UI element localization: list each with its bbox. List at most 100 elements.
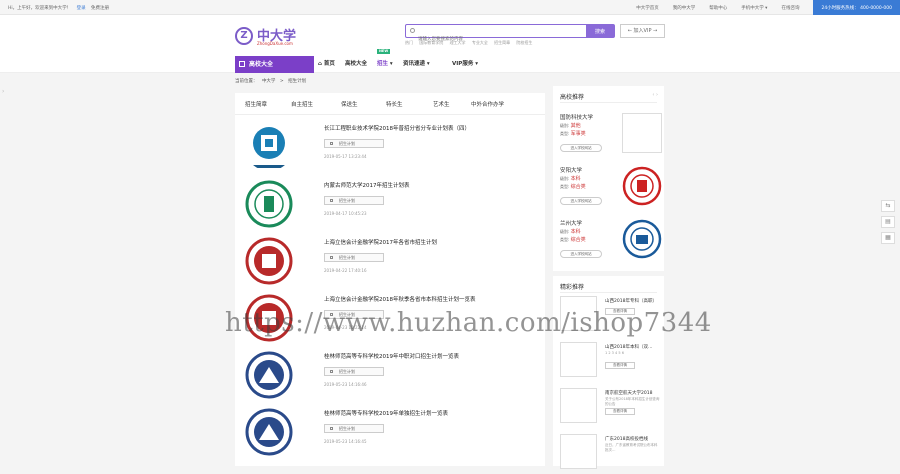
nav-vip[interactable]: VIP服务 ▾ (452, 56, 478, 73)
item-title[interactable]: 桂林师范高等专科学校2019年单独招生计划一览表 (324, 409, 448, 417)
grid-icon (330, 199, 333, 202)
list-item[interactable]: 桂林师范高等专科学校2019年中职对口招生计划一览表 招生计划 2019-05-… (235, 345, 545, 402)
grid-icon (330, 256, 333, 259)
article-image[interactable] (560, 388, 597, 423)
article-summary: 1 2 3 4 5 6 (605, 351, 624, 355)
visit-school-button[interactable]: 进入学校网站 (560, 197, 602, 205)
article-item[interactable]: 广东2018高校投档线 近日，广东省教育考试院公布本科批次… (560, 434, 660, 474)
side-toolbar: ⇆ ▤ ▦ (881, 200, 897, 248)
visit-school-button[interactable]: 进入学校网站 (560, 250, 602, 258)
article-summary: 关于公布2018年本科招生计划查询的公告 (605, 397, 660, 406)
article-title[interactable]: 南京航空航天大学2018 (605, 390, 652, 396)
nav-category-label: 高校大全 (249, 61, 274, 68)
recommend-heading: 高校推荐 (560, 94, 585, 101)
top-link-mine[interactable]: 我的中大学 (673, 5, 696, 11)
type-key: 类型 (560, 184, 568, 189)
search-button[interactable]: 搜索 (586, 25, 614, 37)
share-icon[interactable]: ⇆ (881, 200, 895, 212)
nav-news[interactable]: 资讯速递 ▾ (403, 56, 430, 73)
collapse-icon[interactable]: › (2, 88, 4, 95)
hotword[interactable]: 理工大学 (450, 40, 466, 45)
carousel-arrows-icon[interactable]: ‹ › (652, 92, 658, 98)
article-button[interactable]: 查看详情 (605, 362, 635, 369)
greeting-text: Hi，上午好，欢迎来到中大学！ (8, 6, 72, 11)
uni-card[interactable]: 国防科技大学 级别: 其他 类型: 军事类 进入学校网站 (560, 113, 662, 169)
article-button[interactable]: 查看详情 (605, 408, 635, 415)
article-item[interactable]: 山西2018年本科（双… 1 2 3 4 5 6 查看详情 (560, 342, 660, 382)
plan-button[interactable]: 招生计划 (324, 367, 384, 376)
top-link-help[interactable]: 帮助中心 (709, 5, 727, 11)
top-link-home[interactable]: 中大学首页 (636, 5, 659, 11)
school-image[interactable] (622, 113, 662, 153)
nav-home-label: 首页 (323, 61, 335, 67)
list-item[interactable]: 上海立信会计金融学院2017年各省市招生计划 招生计划 2019-04-22 1… (235, 231, 545, 288)
hotword[interactable]: 国际教育学院 (419, 40, 443, 45)
plan-list-panel: 招生简章 自主招生 保送生 特长生 艺术生 中外合作办学 长江工程职业技术学院2… (235, 93, 545, 466)
plan-button[interactable]: 招生计划 (324, 139, 384, 148)
list-item[interactable]: 长江工程职业技术学院2018年普招分省分专业计划表（四） 招生计划 2019-0… (235, 117, 545, 174)
uni-level: 级别: 本科 (560, 229, 581, 235)
note-icon[interactable]: ▤ (881, 216, 895, 228)
list-item[interactable]: 桂林师范高等专科学校2019年单独招生计划一览表 招生计划 2019-05-23… (235, 402, 545, 459)
nav-universities[interactable]: 高校大全 (345, 56, 367, 73)
level-value: 其他 (570, 123, 581, 129)
calculator-icon[interactable]: ▦ (881, 232, 895, 244)
articles-panel: 精彩推荐 山西2018年专科（高职） 查看详情 山西2018年本科（双… 1 2… (553, 276, 664, 469)
new-badge: NEW (377, 49, 391, 54)
tab-joint[interactable]: 中外合作办学 (471, 100, 504, 108)
top-link-mobile[interactable]: 手机中大学 ▾ (741, 5, 767, 11)
uni-level: 级别: 其他 (560, 123, 581, 129)
plan-button[interactable]: 招生计划 (324, 196, 384, 205)
item-title[interactable]: 上海立信会计金融学院2018年秋季各省市本科招生计划一览表 (324, 295, 476, 303)
uni-name[interactable]: 国防科技大学 (560, 113, 593, 121)
plan-button[interactable]: 招生计划 (324, 253, 384, 262)
school-seal-icon (245, 351, 293, 399)
item-title[interactable]: 上海立信会计金融学院2017年各省市招生计划 (324, 238, 437, 246)
nav-home[interactable]: ⌂ 首页 (318, 56, 335, 73)
join-vip-button[interactable]: ← 加入VIP → (620, 24, 665, 38)
tab-talent[interactable]: 特长生 (386, 100, 403, 108)
level-value: 本科 (570, 229, 581, 235)
uni-name[interactable]: 兰州大学 (560, 219, 582, 227)
hotword[interactable]: 招生简章 (494, 40, 510, 45)
article-image[interactable] (560, 342, 597, 377)
tab-art[interactable]: 艺术生 (433, 100, 450, 108)
item-title[interactable]: 桂林师范高等专科学校2019年中职对口招生计划一览表 (324, 352, 459, 360)
uni-card[interactable]: 安阳大学 级别: 本科 类型: 综合类 进入学校网站 (560, 166, 662, 222)
uni-name[interactable]: 安阳大学 (560, 166, 582, 174)
list-item[interactable]: 内蒙古师范大学2017年招生计划表 招生计划 2019-04-17 10:45:… (235, 174, 545, 231)
item-date: 2019-05-17 13:23:44 (324, 154, 367, 159)
article-image[interactable] (560, 434, 597, 469)
tab-brochure[interactable]: 招生简章 (245, 100, 267, 108)
top-links: 中大学首页 我的中大学 帮助中心 手机中大学 ▾ 在线咨询 24小时服务热线： … (636, 0, 900, 15)
grid-icon (239, 61, 245, 67)
logo[interactable]: Z 中大学 ZhongDaXue.com (235, 25, 305, 47)
visit-school-button[interactable]: 进入学校网站 (560, 144, 602, 152)
breadcrumb-link[interactable]: 中大学 (262, 79, 276, 84)
hot-words: 热门 国际教育学院 理工大学 专业大全 招生简章 院校招生 (405, 40, 537, 46)
article-title[interactable]: 山西2018年专科（高职） (605, 298, 657, 304)
breadcrumb: 当前位置： 中大学 > 招生计划 (235, 78, 309, 84)
uni-card[interactable]: 兰州大学 级别: 本科 类型: 综合类 进入学校网站 (560, 219, 662, 275)
nav-admissions[interactable]: NEW 招生 ▾ (377, 49, 393, 73)
divider (560, 292, 657, 293)
register-link[interactable]: 免费注册 (91, 6, 109, 11)
item-title[interactable]: 长江工程职业技术学院2018年普招分省分专业计划表（四） (324, 124, 470, 132)
item-title[interactable]: 内蒙古师范大学2017年招生计划表 (324, 181, 410, 189)
article-title[interactable]: 广东2018高校投档线 (605, 436, 648, 442)
nav-category-button[interactable]: 高校大全 (235, 56, 314, 73)
hotword[interactable]: 院校招生 (516, 40, 532, 45)
school-seal-icon[interactable] (622, 219, 662, 259)
type-key: 类型 (560, 131, 568, 136)
login-link[interactable]: 登录 (77, 6, 86, 11)
plan-button[interactable]: 招生计划 (324, 424, 384, 433)
hotword[interactable]: 专业大全 (472, 40, 488, 45)
nav-admissions-label: 招生 (377, 61, 389, 67)
top-link-chat[interactable]: 在线咨询 (781, 5, 799, 11)
article-item[interactable]: 南京航空航天大学2018 关于公布2018年本科招生计划查询的公告 查看详情 (560, 388, 660, 428)
tab-independent[interactable]: 自主招生 (291, 100, 313, 108)
tab-recommended[interactable]: 保送生 (341, 100, 358, 108)
breadcrumb-separator: > (279, 79, 284, 84)
article-title[interactable]: 山西2018年本科（双… (605, 344, 652, 350)
school-seal-icon[interactable] (622, 166, 662, 206)
